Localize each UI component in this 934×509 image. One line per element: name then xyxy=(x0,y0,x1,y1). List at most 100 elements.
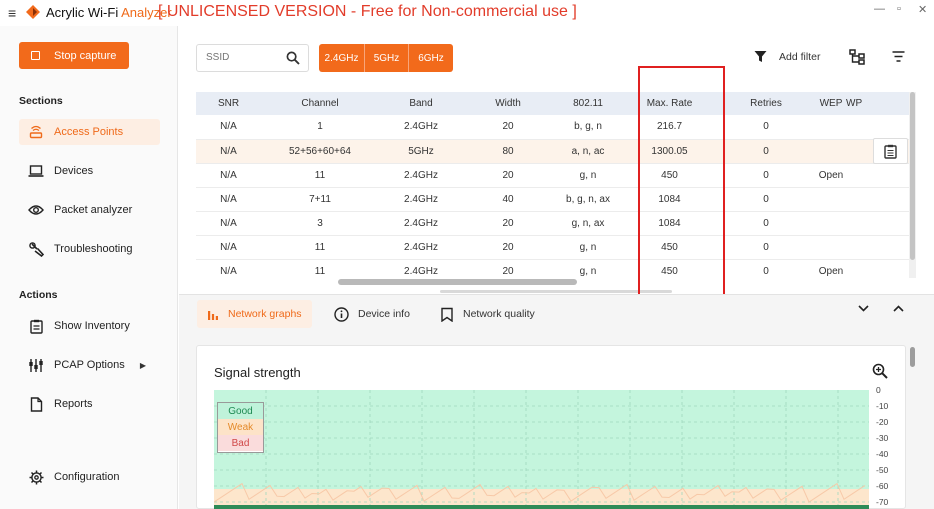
sort-lines-icon[interactable] xyxy=(892,51,905,62)
y-tick-label: -30 xyxy=(876,433,889,443)
details-vertical-scrollbar[interactable] xyxy=(909,345,916,509)
table-row[interactable]: N/A 7+11 2.4GHz 40 b, g, n, ax 1084 0 xyxy=(196,187,910,212)
table-cell: 2.4GHz xyxy=(379,163,463,188)
laptop-icon xyxy=(28,163,44,179)
column-header[interactable]: SNR xyxy=(196,92,261,115)
access-points-table: SNR Channel Band Width 802.11 Max. Rate Retrie… xyxy=(196,92,910,278)
chevron-down-icon[interactable] xyxy=(858,305,869,312)
sidebar-item-access-points[interactable]: Access Points xyxy=(19,119,160,145)
stop-capture-label: Stop capture xyxy=(54,49,117,62)
actions-heading: Actions xyxy=(19,289,58,301)
table-cell: N/A xyxy=(196,235,261,260)
y-tick-label: -50 xyxy=(876,465,889,475)
sidebar-item-reports[interactable]: Reports xyxy=(19,391,160,417)
table-cell: 20 xyxy=(463,163,553,188)
table-row[interactable]: N/A 11 2.4GHz 20 g, n 450 0 Open xyxy=(196,163,910,188)
close-button[interactable]: ✕ xyxy=(918,3,927,16)
license-notice: [ UNLICENSED VERSION - Free for Non-comm… xyxy=(158,3,577,20)
table-cell: g, n xyxy=(553,235,623,260)
clipboard-icon xyxy=(884,144,897,159)
band-6ghz-button[interactable]: 6GHz xyxy=(409,44,453,72)
table-cell xyxy=(816,235,846,260)
document-icon xyxy=(28,396,44,412)
table-cell: 20 xyxy=(463,259,553,278)
y-tick-label: -70 xyxy=(876,497,889,507)
title-bar: ≡ Acrylic Wi-Fi Analyzer [ UNLICENSED VE… xyxy=(0,0,934,26)
copy-details-button[interactable] xyxy=(873,138,908,164)
table-cell: N/A xyxy=(196,211,261,236)
gear-icon xyxy=(28,469,44,485)
sidebar-item-troubleshooting[interactable]: Troubleshooting xyxy=(19,236,160,262)
table-cell xyxy=(816,115,846,140)
sidebar-item-label: Reports xyxy=(54,398,93,410)
band-2-4ghz-button[interactable]: 2.4GHz xyxy=(319,44,365,72)
table-cell: g, n, ax xyxy=(553,211,623,236)
table-vertical-scrollbar[interactable] xyxy=(909,92,916,278)
table-cell: 2.4GHz xyxy=(379,187,463,212)
sections-heading: Sections xyxy=(19,95,63,107)
sidebar-item-label: Configuration xyxy=(54,471,120,483)
table-cell: 11 xyxy=(261,259,379,278)
band-5ghz-button[interactable]: 5GHz xyxy=(365,44,409,72)
column-header[interactable]: Band xyxy=(379,92,463,115)
table-cell xyxy=(846,115,910,140)
column-header[interactable]: WP xyxy=(846,92,910,115)
column-header[interactable]: 802.11 xyxy=(553,92,623,115)
column-header[interactable]: WEP xyxy=(816,92,846,115)
add-filter-button[interactable]: Add filter xyxy=(754,50,820,63)
table-cell: 20 xyxy=(463,115,553,140)
eye-icon xyxy=(28,202,44,218)
table-cell: b, g, n, ax xyxy=(553,187,623,212)
table-row[interactable]: N/A 11 2.4GHz 20 g, n 450 0 xyxy=(196,235,910,260)
sidebar-item-show-inventory[interactable]: Show Inventory xyxy=(19,313,160,339)
table-cell: 0 xyxy=(716,211,816,236)
table-row[interactable]: N/A 11 2.4GHz 20 g, n 450 0 Open xyxy=(196,259,910,278)
info-icon xyxy=(334,306,349,322)
table-cell: N/A xyxy=(196,163,261,188)
column-header[interactable]: Retries xyxy=(716,92,816,115)
signal-baseline-band xyxy=(214,505,869,509)
pcap-icon xyxy=(28,357,44,373)
tab-network-quality[interactable]: Network quality xyxy=(430,300,545,328)
tab-label: Device info xyxy=(358,308,410,320)
ssid-input[interactable] xyxy=(206,52,276,63)
wrench-icon xyxy=(28,241,44,257)
signal-chart-svg xyxy=(214,390,869,509)
zoom-in-icon[interactable] xyxy=(872,363,888,379)
minimize-button[interactable]: — xyxy=(874,3,885,15)
hamburger-menu-icon[interactable]: ≡ xyxy=(8,5,16,21)
network-tree-icon[interactable] xyxy=(849,49,865,65)
table-cell: 5GHz xyxy=(379,139,463,164)
sidebar-item-pcap-options[interactable]: PCAP Options ▶ xyxy=(19,352,160,378)
sidebar-item-packet-analyzer[interactable]: Packet analyzer xyxy=(19,197,160,223)
scrollbar-thumb[interactable] xyxy=(910,92,915,260)
maximize-button[interactable]: ▫ xyxy=(897,3,901,15)
table-cell: N/A xyxy=(196,139,261,164)
add-filter-label: Add filter xyxy=(779,50,821,63)
chevron-up-icon[interactable] xyxy=(893,305,904,312)
table-header-row: SNR Channel Band Width 802.11 Max. Rate Retrie… xyxy=(196,92,910,115)
stop-capture-button[interactable]: Stop capture xyxy=(19,42,129,69)
table-row[interactable]: N/A 52+56+60+64 5GHz 80 a, n, ac 1300.05 0 xyxy=(196,139,910,164)
table-horizontal-scrollbar[interactable] xyxy=(338,279,577,285)
sidebar-item-devices[interactable]: Devices xyxy=(19,158,160,184)
table-row[interactable]: N/A 1 2.4GHz 20 b, g, n 216.7 0 xyxy=(196,115,910,140)
column-header[interactable]: Channel xyxy=(261,92,379,115)
ssid-search-box[interactable] xyxy=(196,44,309,72)
table-cell xyxy=(816,187,846,212)
tab-device-info[interactable]: Device info xyxy=(324,300,420,328)
table-row[interactable]: N/A 3 2.4GHz 20 g, n, ax 1084 0 xyxy=(196,211,910,236)
scrollbar-thumb[interactable] xyxy=(910,347,915,367)
table-cell: 80 xyxy=(463,139,553,164)
funnel-icon xyxy=(754,51,767,62)
y-tick-label: -40 xyxy=(876,449,889,459)
tab-network-graphs[interactable]: Network graphs xyxy=(197,300,312,328)
table-cell: 0 xyxy=(716,139,816,164)
app-title: Acrylic Wi-Fi Analyzer xyxy=(46,5,172,20)
search-icon[interactable] xyxy=(286,51,300,65)
graph-legend: Good Weak Bad xyxy=(217,402,264,453)
acrylic-logo-icon xyxy=(26,5,40,19)
table-cell xyxy=(816,211,846,236)
sidebar-item-configuration[interactable]: Configuration xyxy=(19,464,160,490)
column-header[interactable]: Width xyxy=(463,92,553,115)
